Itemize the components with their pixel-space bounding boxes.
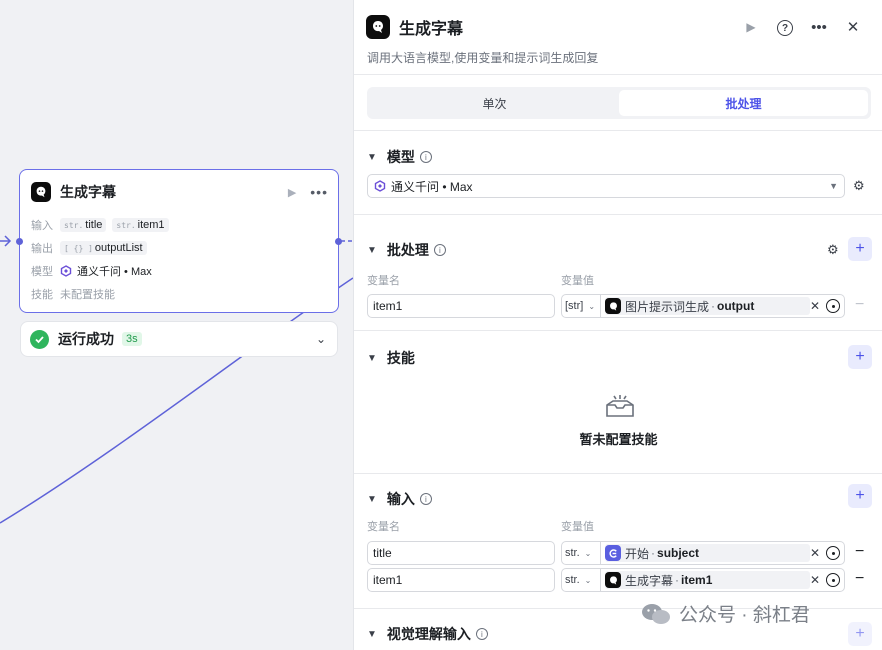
help-icon[interactable]: ? (768, 18, 802, 37)
bot-logo-icon (605, 572, 621, 588)
input-var-ref-title[interactable]: 开始 · subject ✕ (601, 541, 845, 565)
col-header-name: 变量名 (367, 521, 400, 533)
mode-switch: 单次 批处理 (367, 87, 871, 119)
chevron-down-icon[interactable]: ⌄ (316, 332, 326, 346)
tab-batch[interactable]: 批处理 (619, 90, 868, 116)
section-skills-header[interactable]: ▼ 技能 (367, 348, 415, 368)
run-time-badge: 3s (122, 332, 142, 346)
chevron-down-icon: ▼ (367, 151, 377, 163)
more-icon[interactable]: ••• (310, 184, 328, 200)
output-tag: [ {} ] outputList (60, 241, 147, 255)
divider (354, 330, 882, 331)
tongyi-icon (60, 265, 72, 277)
var-ref-chip: 图片提示词生成 · output (605, 297, 810, 315)
batch-type-select[interactable]: [str] ⌄ (561, 294, 601, 318)
node-skill-row: 技能 未配置技能 (31, 289, 115, 301)
chevron-down-icon: ⌄ (584, 575, 592, 585)
run-result-bar[interactable]: 运行成功 3s ⌄ (20, 321, 338, 357)
remove-row-button[interactable]: − (855, 570, 864, 588)
col-header-value: 变量值 (561, 275, 594, 287)
tongyi-icon (374, 180, 386, 192)
start-node-icon (605, 545, 621, 561)
input-type-select[interactable]: str. ⌄ (561, 568, 601, 592)
node-inputs-row: 输入 str. title str. item1 (31, 216, 175, 234)
more-icon[interactable]: ••• (802, 19, 836, 36)
info-icon[interactable]: i (419, 151, 432, 163)
clear-icon[interactable]: ✕ (810, 573, 820, 587)
info-icon[interactable]: i (475, 628, 488, 640)
wechat-icon (642, 603, 670, 624)
bot-logo-icon (605, 298, 621, 314)
panel-header: 生成字幕 ▶ ? ••• ✕ (366, 14, 870, 40)
close-icon[interactable]: ✕ (836, 18, 870, 36)
play-icon[interactable]: ▶ (288, 186, 296, 199)
chevron-down-icon: ▼ (367, 493, 377, 505)
add-vision-button[interactable]: + (848, 622, 872, 646)
section-vision-header[interactable]: ▼ 视觉理解输入 i (367, 624, 488, 644)
target-icon[interactable] (826, 573, 840, 587)
panel-description[interactable]: 调用大语言模型,使用变量和提示词生成回复 (367, 49, 598, 66)
play-icon[interactable]: ▶ (734, 20, 768, 34)
var-ref-chip: 生成字幕 · item1 (605, 571, 810, 589)
empty-box-icon (606, 395, 634, 417)
chevron-down-icon: ▼ (829, 181, 838, 191)
batch-var-name-input[interactable]: item1 (367, 294, 555, 318)
add-skill-button[interactable]: + (848, 345, 872, 369)
chevron-down-icon: ⌄ (584, 548, 592, 558)
section-inputs-header[interactable]: ▼ 输入 i (367, 489, 432, 509)
node-outputs-row: 输出 [ {} ] outputList (31, 239, 153, 257)
chevron-down-icon: ▼ (367, 628, 377, 640)
add-batch-button[interactable]: + (848, 237, 872, 261)
skills-empty-text: 暂未配置技能 (579, 432, 658, 447)
divider (354, 214, 882, 215)
watermark: 公众号 · 斜杠君 (641, 600, 810, 627)
bot-logo-icon (31, 182, 51, 202)
panel-title[interactable]: 生成字幕 (399, 15, 734, 39)
divider (354, 130, 882, 131)
add-input-button[interactable]: + (848, 484, 872, 508)
chevron-down-icon: ▼ (367, 244, 377, 256)
var-ref-chip: 开始 · subject (605, 544, 810, 562)
bot-logo-icon (366, 15, 390, 39)
chevron-down-icon: ⌄ (588, 301, 596, 311)
remove-row-button[interactable]: − (855, 543, 864, 561)
model-settings-gear-icon[interactable]: ⚙ (853, 178, 865, 194)
workflow-canvas[interactable]: 生成字幕 ▶ ••• 输入 str. title str. item1 输出 [ {… (0, 0, 353, 650)
check-circle-icon (30, 329, 49, 349)
chevron-down-icon: ▼ (367, 352, 377, 364)
output-port[interactable] (335, 238, 342, 245)
info-icon[interactable]: i (433, 244, 446, 256)
node-model-row: 模型 通义千问 • Max (31, 265, 152, 278)
section-batch-header[interactable]: ▼ 批处理 i (367, 240, 446, 260)
clear-icon[interactable]: ✕ (810, 299, 820, 313)
input-var-ref-item1[interactable]: 生成字幕 · item1 ✕ (601, 568, 845, 592)
input-tag: str. item1 (112, 218, 169, 232)
model-select[interactable]: 通义千问 • Max ▼ (367, 174, 845, 198)
clear-icon[interactable]: ✕ (810, 546, 820, 560)
remove-row-button[interactable]: − (855, 296, 864, 314)
node-settings-panel: 生成字幕 ▶ ? ••• ✕ 调用大语言模型,使用变量和提示词生成回复 单次 批… (353, 0, 882, 650)
col-header-value: 变量值 (561, 521, 594, 533)
input-var-name-item1[interactable]: item1 (367, 568, 555, 592)
input-var-name-title[interactable]: title (367, 541, 555, 565)
llm-node-card[interactable]: 生成字幕 ▶ ••• 输入 str. title str. item1 输出 [ {… (16, 169, 342, 313)
run-status: 运行成功 (58, 331, 114, 347)
input-type-select[interactable]: str. ⌄ (561, 541, 601, 565)
col-header-name: 变量名 (367, 275, 400, 287)
node-title: 生成字幕 (60, 184, 116, 200)
input-tag: str. title (60, 218, 107, 232)
divider (354, 473, 882, 474)
batch-settings-gear-icon[interactable]: ⚙ (827, 242, 839, 258)
info-icon[interactable]: i (419, 493, 432, 505)
target-icon[interactable] (826, 299, 840, 313)
input-port[interactable] (16, 238, 23, 245)
batch-var-ref[interactable]: 图片提示词生成 · output ✕ (601, 294, 845, 318)
divider (354, 74, 882, 75)
target-icon[interactable] (826, 546, 840, 560)
tab-single[interactable]: 单次 (370, 90, 619, 116)
section-model-header[interactable]: ▼ 模型 i (367, 147, 432, 167)
